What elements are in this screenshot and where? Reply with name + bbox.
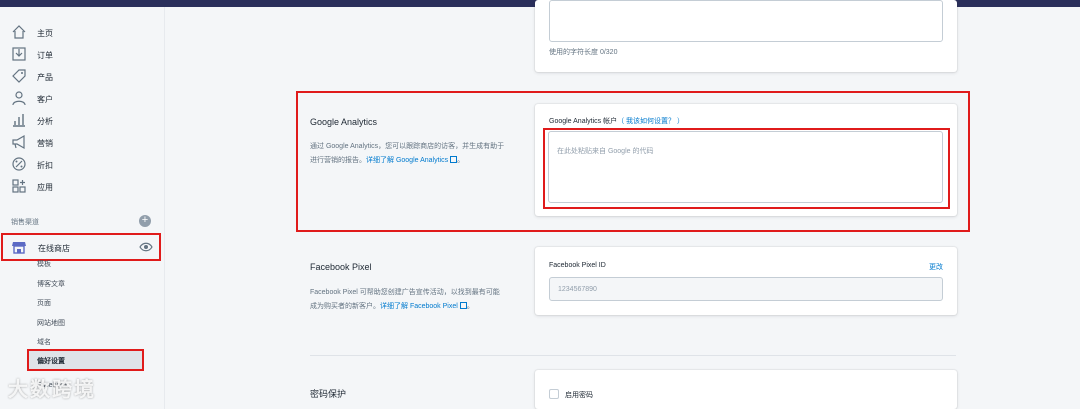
- facebook-pixel-card: Facebook Pixel ID 更改 1234567890: [535, 247, 957, 315]
- sidebar-item-label: 主页: [37, 28, 53, 38]
- facebook-pixel-description: Facebook Pixel 可帮助您创建广告宣传活动，以找到最有可能成为购买者…: [310, 286, 505, 314]
- sidebar-item-label: 营销: [37, 138, 53, 148]
- password-protection-title: 密码保护: [310, 389, 347, 399]
- sidebar-item-label: 订单: [37, 50, 53, 60]
- sidebar-item-label: 产品: [37, 72, 53, 82]
- external-link-icon: [459, 302, 467, 309]
- analytics-icon: [13, 114, 25, 127]
- char-count: 使用的字符长度 0/320: [549, 49, 618, 56]
- sidebar-item-label: 客户: [37, 94, 53, 104]
- store-icon: [12, 242, 26, 254]
- sidebar-subitem-blog-posts[interactable]: 博客文章: [37, 279, 65, 289]
- enable-password-label: 启用密码: [565, 392, 593, 399]
- sidebar-item-analytics[interactable]: 分析: [0, 110, 165, 132]
- sales-channels-title: 销售渠道: [11, 219, 39, 226]
- sidebar-item-home[interactable]: 主页: [0, 22, 165, 44]
- google-analytics-title: Google Analytics: [310, 117, 378, 127]
- meta-description-textarea[interactable]: [549, 0, 943, 42]
- google-analytics-account-label: Google Analytics 帐户（ 我该如何设置？ ）: [549, 116, 684, 126]
- how-to-setup-link[interactable]: （ 我该如何设置？ ）: [617, 118, 684, 125]
- google-code-placeholder: 在此处粘贴来自 Google 的代码: [557, 148, 654, 155]
- sidebar-item-marketing[interactable]: 营销: [0, 132, 165, 154]
- tag-icon: [12, 69, 26, 83]
- eye-icon[interactable]: [139, 242, 153, 252]
- enable-password-checkbox[interactable]: [549, 389, 559, 399]
- sidebar-item-discounts[interactable]: 折扣: [0, 154, 165, 176]
- sidebar-subitem-themes[interactable]: 模板: [37, 259, 51, 269]
- sidebar-item-label: 应用: [37, 182, 53, 192]
- apps-icon: [12, 179, 26, 193]
- change-pixel-link[interactable]: 更改: [929, 262, 943, 272]
- orders-icon: [12, 47, 26, 61]
- learn-more-google-link[interactable]: 详细了解 Google Analytics: [366, 157, 448, 164]
- customer-icon: [12, 91, 26, 106]
- sidebar-subitem-domains[interactable]: 域名: [37, 337, 51, 347]
- account-label-text: Google Analytics 帐户: [549, 118, 618, 125]
- sidebar-item-orders[interactable]: 订单: [0, 44, 165, 66]
- facebook-pixel-id-input[interactable]: 1234567890: [549, 277, 943, 301]
- password-card: 启用密码: [535, 370, 957, 409]
- sidebar-item-customers[interactable]: 客户: [0, 88, 165, 110]
- sidebar-subitem-pages[interactable]: 页面: [37, 298, 51, 308]
- sidebar-item-products[interactable]: 产品: [0, 66, 165, 88]
- google-analytics-description: 通过 Google Analytics，您可以跟踪商店的访客，并生成有助于进行营…: [310, 140, 505, 168]
- add-channel-icon[interactable]: +: [139, 215, 151, 227]
- sidebar-item-label: 分析: [37, 116, 53, 126]
- megaphone-icon: [12, 134, 25, 150]
- section-divider: [310, 355, 956, 356]
- sidebar-item-label: 偏好设置: [37, 358, 65, 365]
- sidebar-subitem-navigation[interactable]: 网站地图: [37, 318, 65, 328]
- discount-icon: [12, 157, 26, 171]
- facebook-pixel-title: Facebook Pixel: [310, 262, 372, 272]
- desc-end: 。: [457, 157, 465, 164]
- meta-description-card: 使用的字符长度 0/320: [535, 0, 957, 72]
- facebook-pixel-id-label: Facebook Pixel ID: [549, 262, 606, 269]
- desc-end: 。: [466, 303, 474, 310]
- home-icon: [12, 25, 26, 39]
- sidebar-item-apps[interactable]: 应用: [0, 176, 165, 198]
- facebook-pixel-id-value: 1234567890: [558, 286, 597, 293]
- sidebar-item-online-store[interactable]: 在线商店: [1, 233, 161, 261]
- learn-more-facebook-link[interactable]: 详细了解 Facebook Pixel: [380, 303, 458, 310]
- sidebar-item-label: 折扣: [37, 160, 53, 170]
- sidebar-item-label: 在线商店: [38, 244, 70, 253]
- watermark: 大数跨境: [8, 379, 96, 401]
- google-code-textarea[interactable]: 在此处粘贴来自 Google 的代码: [548, 131, 943, 203]
- sidebar-subitem-preferences[interactable]: 偏好设置: [27, 349, 144, 371]
- sidebar: 主页 订单 产品 客户 分析 营销 折扣 应用 销售渠道 + 在线商店 模板 博…: [0, 7, 165, 409]
